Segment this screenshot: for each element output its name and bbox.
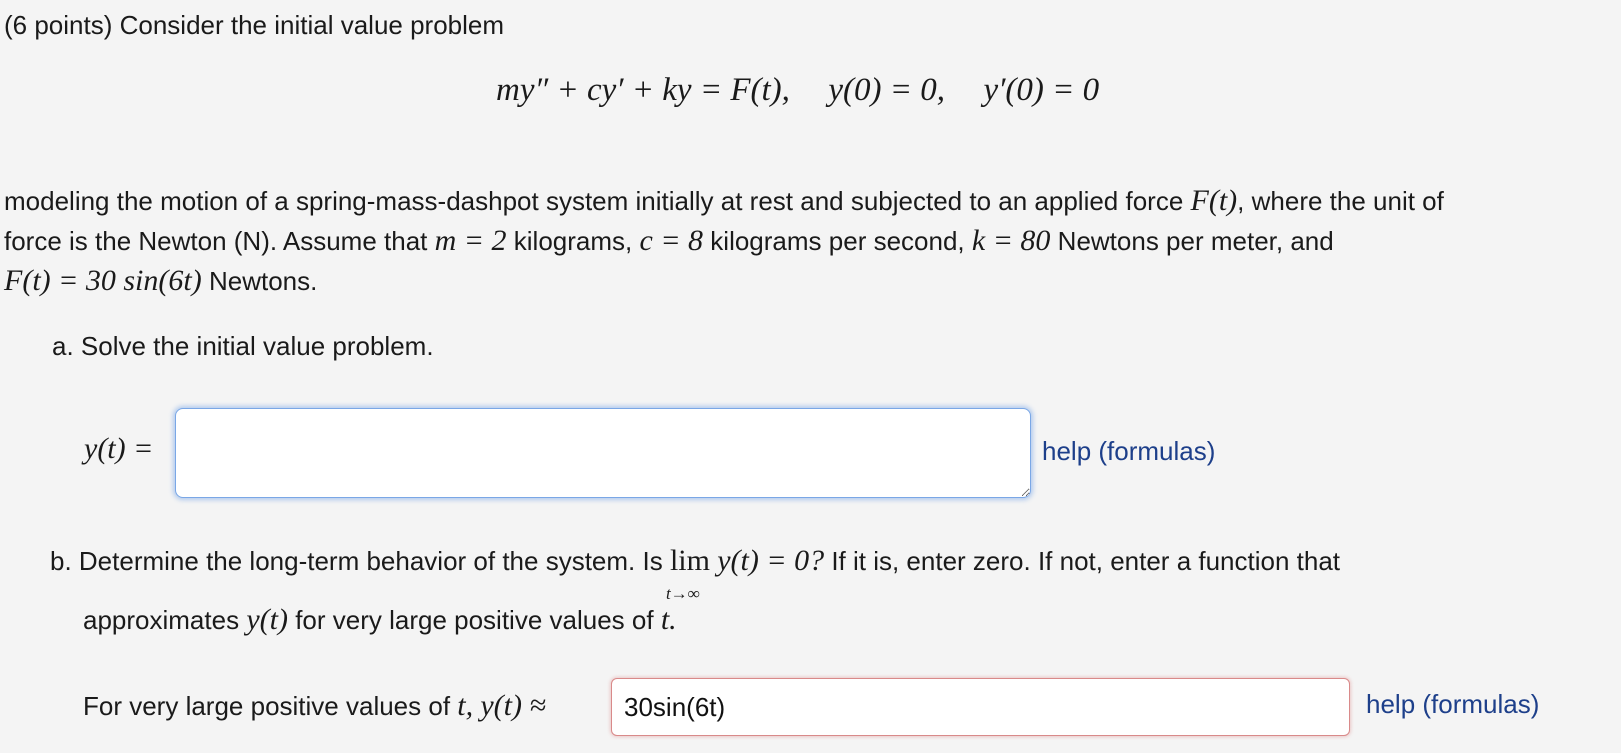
initial-condition-yprime: y′(0) = 0 <box>983 72 1100 108</box>
limit-subscript-text: t→∞ <box>665 584 700 603</box>
description-text: kilograms, <box>513 226 633 256</box>
part-a-prompt: a. Solve the initial value problem. <box>52 331 434 361</box>
y-of-t-label: y(t) = <box>84 432 154 465</box>
description-line-2: force is the Newton (N). Assume that m =… <box>4 224 1334 258</box>
part-b-help-link[interactable]: help (formulas) <box>1366 689 1539 720</box>
part-a-help-link[interactable]: help (formulas) <box>1042 436 1215 467</box>
damping-value-math: c = 8 <box>639 224 704 257</box>
description-line-1: modeling the motion of a spring-mass-das… <box>4 184 1444 218</box>
part-b-prompt-text: approximates <box>83 605 240 635</box>
part-b-prompt-line-2: approximates y(t) for very large positiv… <box>83 603 677 637</box>
description-text-tail: , where the unit of <box>1237 186 1444 216</box>
part-b-prompt-line-1: b. Determine the long-term behavior of t… <box>50 544 1341 603</box>
part-b-answer-text: For very large positive values of <box>83 691 451 721</box>
part-b-answer-input[interactable] <box>611 678 1350 736</box>
limit-subscript: t→∞ <box>666 584 700 604</box>
force-function-math: F(t) <box>1190 184 1238 217</box>
description-text: Newtons per meter, and <box>1057 226 1334 256</box>
initial-condition-y: y(0) = 0, <box>828 72 946 108</box>
part-b-prompt-text-tail: If it is, enter zero. If not, enter a fu… <box>831 546 1341 576</box>
t-variable-math: t. <box>660 603 677 636</box>
description-line-3: F(t) = 30 sin(6t) Newtons. <box>4 264 317 298</box>
ivp-equation: my″ + cy′ + ky = F(t), y(0) = 0, y′(0) =… <box>496 72 1099 109</box>
description-text: Newtons. <box>208 266 318 296</box>
force-definition-math: F(t) = 30 sin(6t) <box>4 264 202 297</box>
t-variable-math: t, <box>457 689 474 722</box>
y-approx-math: y(t) ≈ <box>480 689 546 722</box>
limit-target-expression: y(t) = 0? <box>717 544 825 577</box>
ode-expression: my″ + cy′ + ky = F(t), <box>496 72 790 108</box>
part-b-answer-label: For very large positive values of t, y(t… <box>83 689 546 723</box>
description-text: modeling the motion of a spring-mass-das… <box>4 186 1184 216</box>
limit-word: lim <box>669 544 710 577</box>
y-of-t-math: y(t) <box>246 603 288 636</box>
part-a-answer-input[interactable] <box>175 408 1031 498</box>
part-b-prompt-text: b. Determine the long-term behavior of t… <box>50 546 663 576</box>
mass-value-math: m = 2 <box>434 224 507 257</box>
problem-intro: (6 points) Consider the initial value pr… <box>4 10 505 40</box>
part-a-answer-label: y(t) = <box>84 432 153 466</box>
limit-expression: lim t→∞ <box>666 544 710 603</box>
description-text: kilograms per second, <box>710 226 965 256</box>
description-text: force is the Newton (N). Assume that <box>4 226 428 256</box>
spring-constant-math: k = 80 <box>971 224 1051 257</box>
part-b-prompt-text: for very large positive values of <box>295 605 654 635</box>
